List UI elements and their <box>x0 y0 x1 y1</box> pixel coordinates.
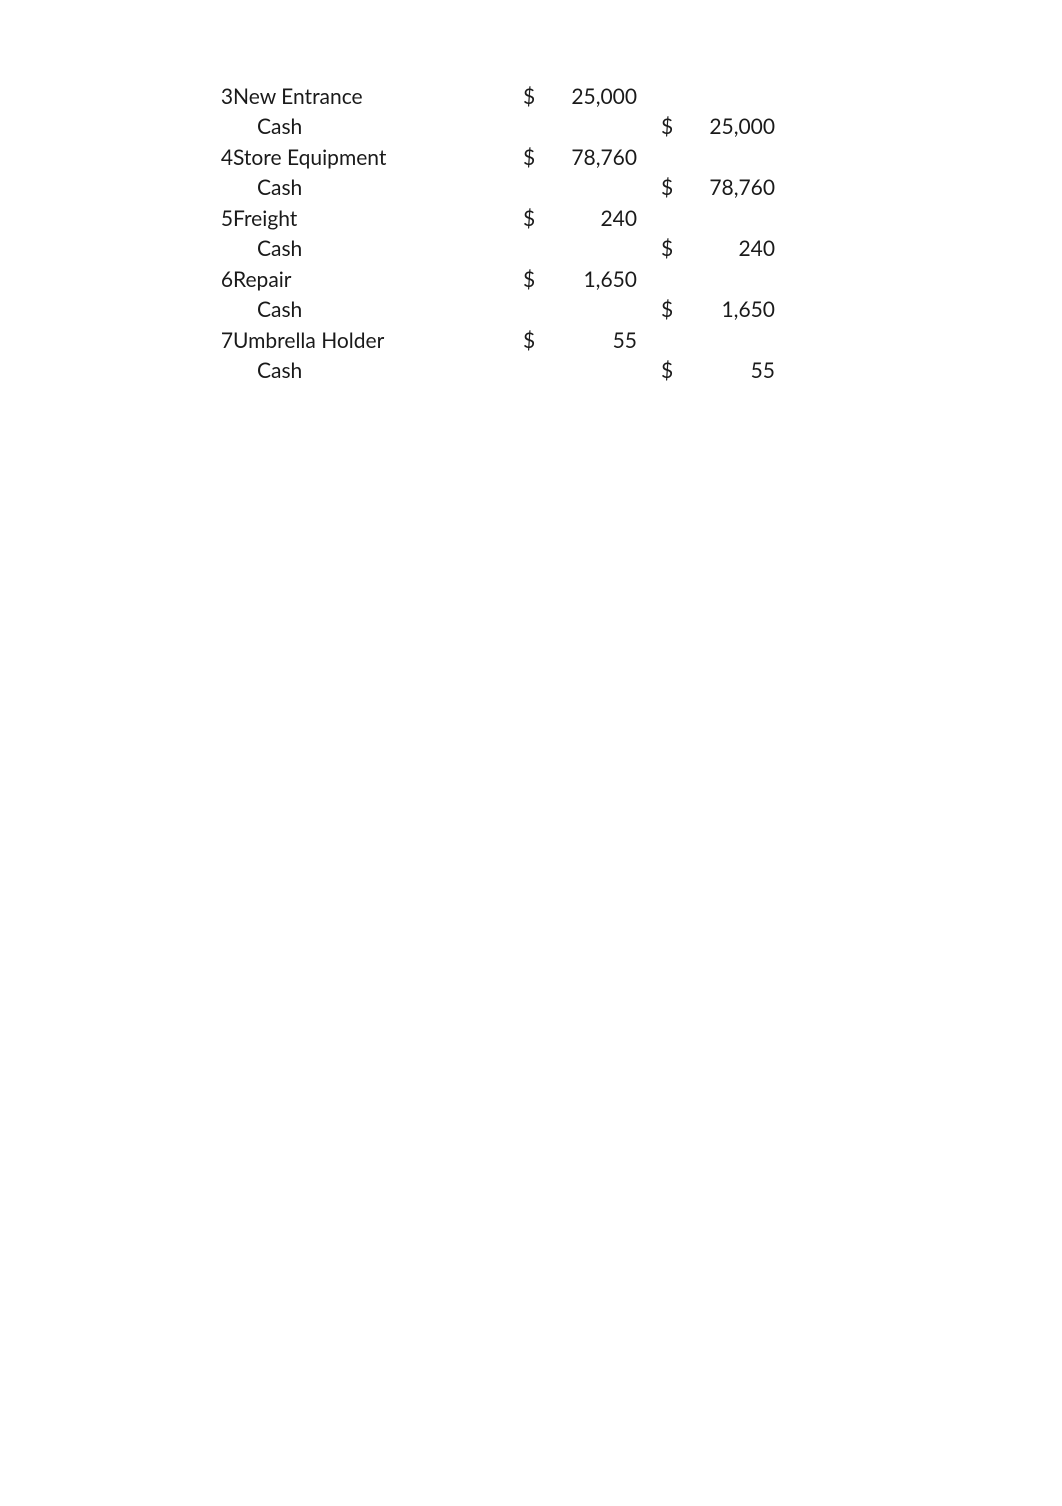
debit-account: Freight <box>233 204 523 234</box>
currency-symbol: $ <box>661 295 685 325</box>
debit-account: New Entrance <box>233 82 523 112</box>
table-row: 6 Repair $ 1,650 <box>215 265 775 295</box>
currency-symbol: $ <box>661 234 685 264</box>
currency-symbol: $ <box>661 173 685 203</box>
entry-number: 3 <box>215 82 233 112</box>
entry-number: 5 <box>215 204 233 234</box>
debit-amount: 240 <box>547 204 637 234</box>
credit-account: Cash <box>233 295 523 325</box>
debit-account: Umbrella Holder <box>233 326 523 356</box>
table-row: 3 New Entrance $ 25,000 <box>215 82 775 112</box>
entry-number: 6 <box>215 265 233 295</box>
credit-account: Cash <box>233 173 523 203</box>
currency-symbol: $ <box>523 143 547 173</box>
table-row: 5 Freight $ 240 <box>215 204 775 234</box>
credit-amount: 25,000 <box>685 112 775 142</box>
debit-amount: 25,000 <box>547 82 637 112</box>
table-row: Cash $ 78,760 <box>215 173 775 203</box>
debit-account: Repair <box>233 265 523 295</box>
credit-account: Cash <box>233 112 523 142</box>
entry-number: 7 <box>215 326 233 356</box>
currency-symbol: $ <box>523 82 547 112</box>
debit-amount: 55 <box>547 326 637 356</box>
table-row: Cash $ 240 <box>215 234 775 264</box>
table-row: Cash $ 55 <box>215 356 775 386</box>
credit-account: Cash <box>233 356 523 386</box>
debit-amount: 78,760 <box>547 143 637 173</box>
currency-symbol: $ <box>661 112 685 142</box>
currency-symbol: $ <box>661 356 685 386</box>
credit-amount: 55 <box>685 356 775 386</box>
currency-symbol: $ <box>523 265 547 295</box>
currency-symbol: $ <box>523 326 547 356</box>
debit-account: Store Equipment <box>233 143 523 173</box>
credit-amount: 1,650 <box>685 295 775 325</box>
journal-entries-table: 3 New Entrance $ 25,000 Cash $ 25,000 4 … <box>215 82 775 386</box>
table-row: 4 Store Equipment $ 78,760 <box>215 143 775 173</box>
credit-amount: 78,760 <box>685 173 775 203</box>
debit-amount: 1,650 <box>547 265 637 295</box>
credit-account: Cash <box>233 234 523 264</box>
currency-symbol: $ <box>523 204 547 234</box>
table-row: Cash $ 25,000 <box>215 112 775 142</box>
entry-number: 4 <box>215 143 233 173</box>
table-row: 7 Umbrella Holder $ 55 <box>215 326 775 356</box>
table-row: Cash $ 1,650 <box>215 295 775 325</box>
credit-amount: 240 <box>685 234 775 264</box>
